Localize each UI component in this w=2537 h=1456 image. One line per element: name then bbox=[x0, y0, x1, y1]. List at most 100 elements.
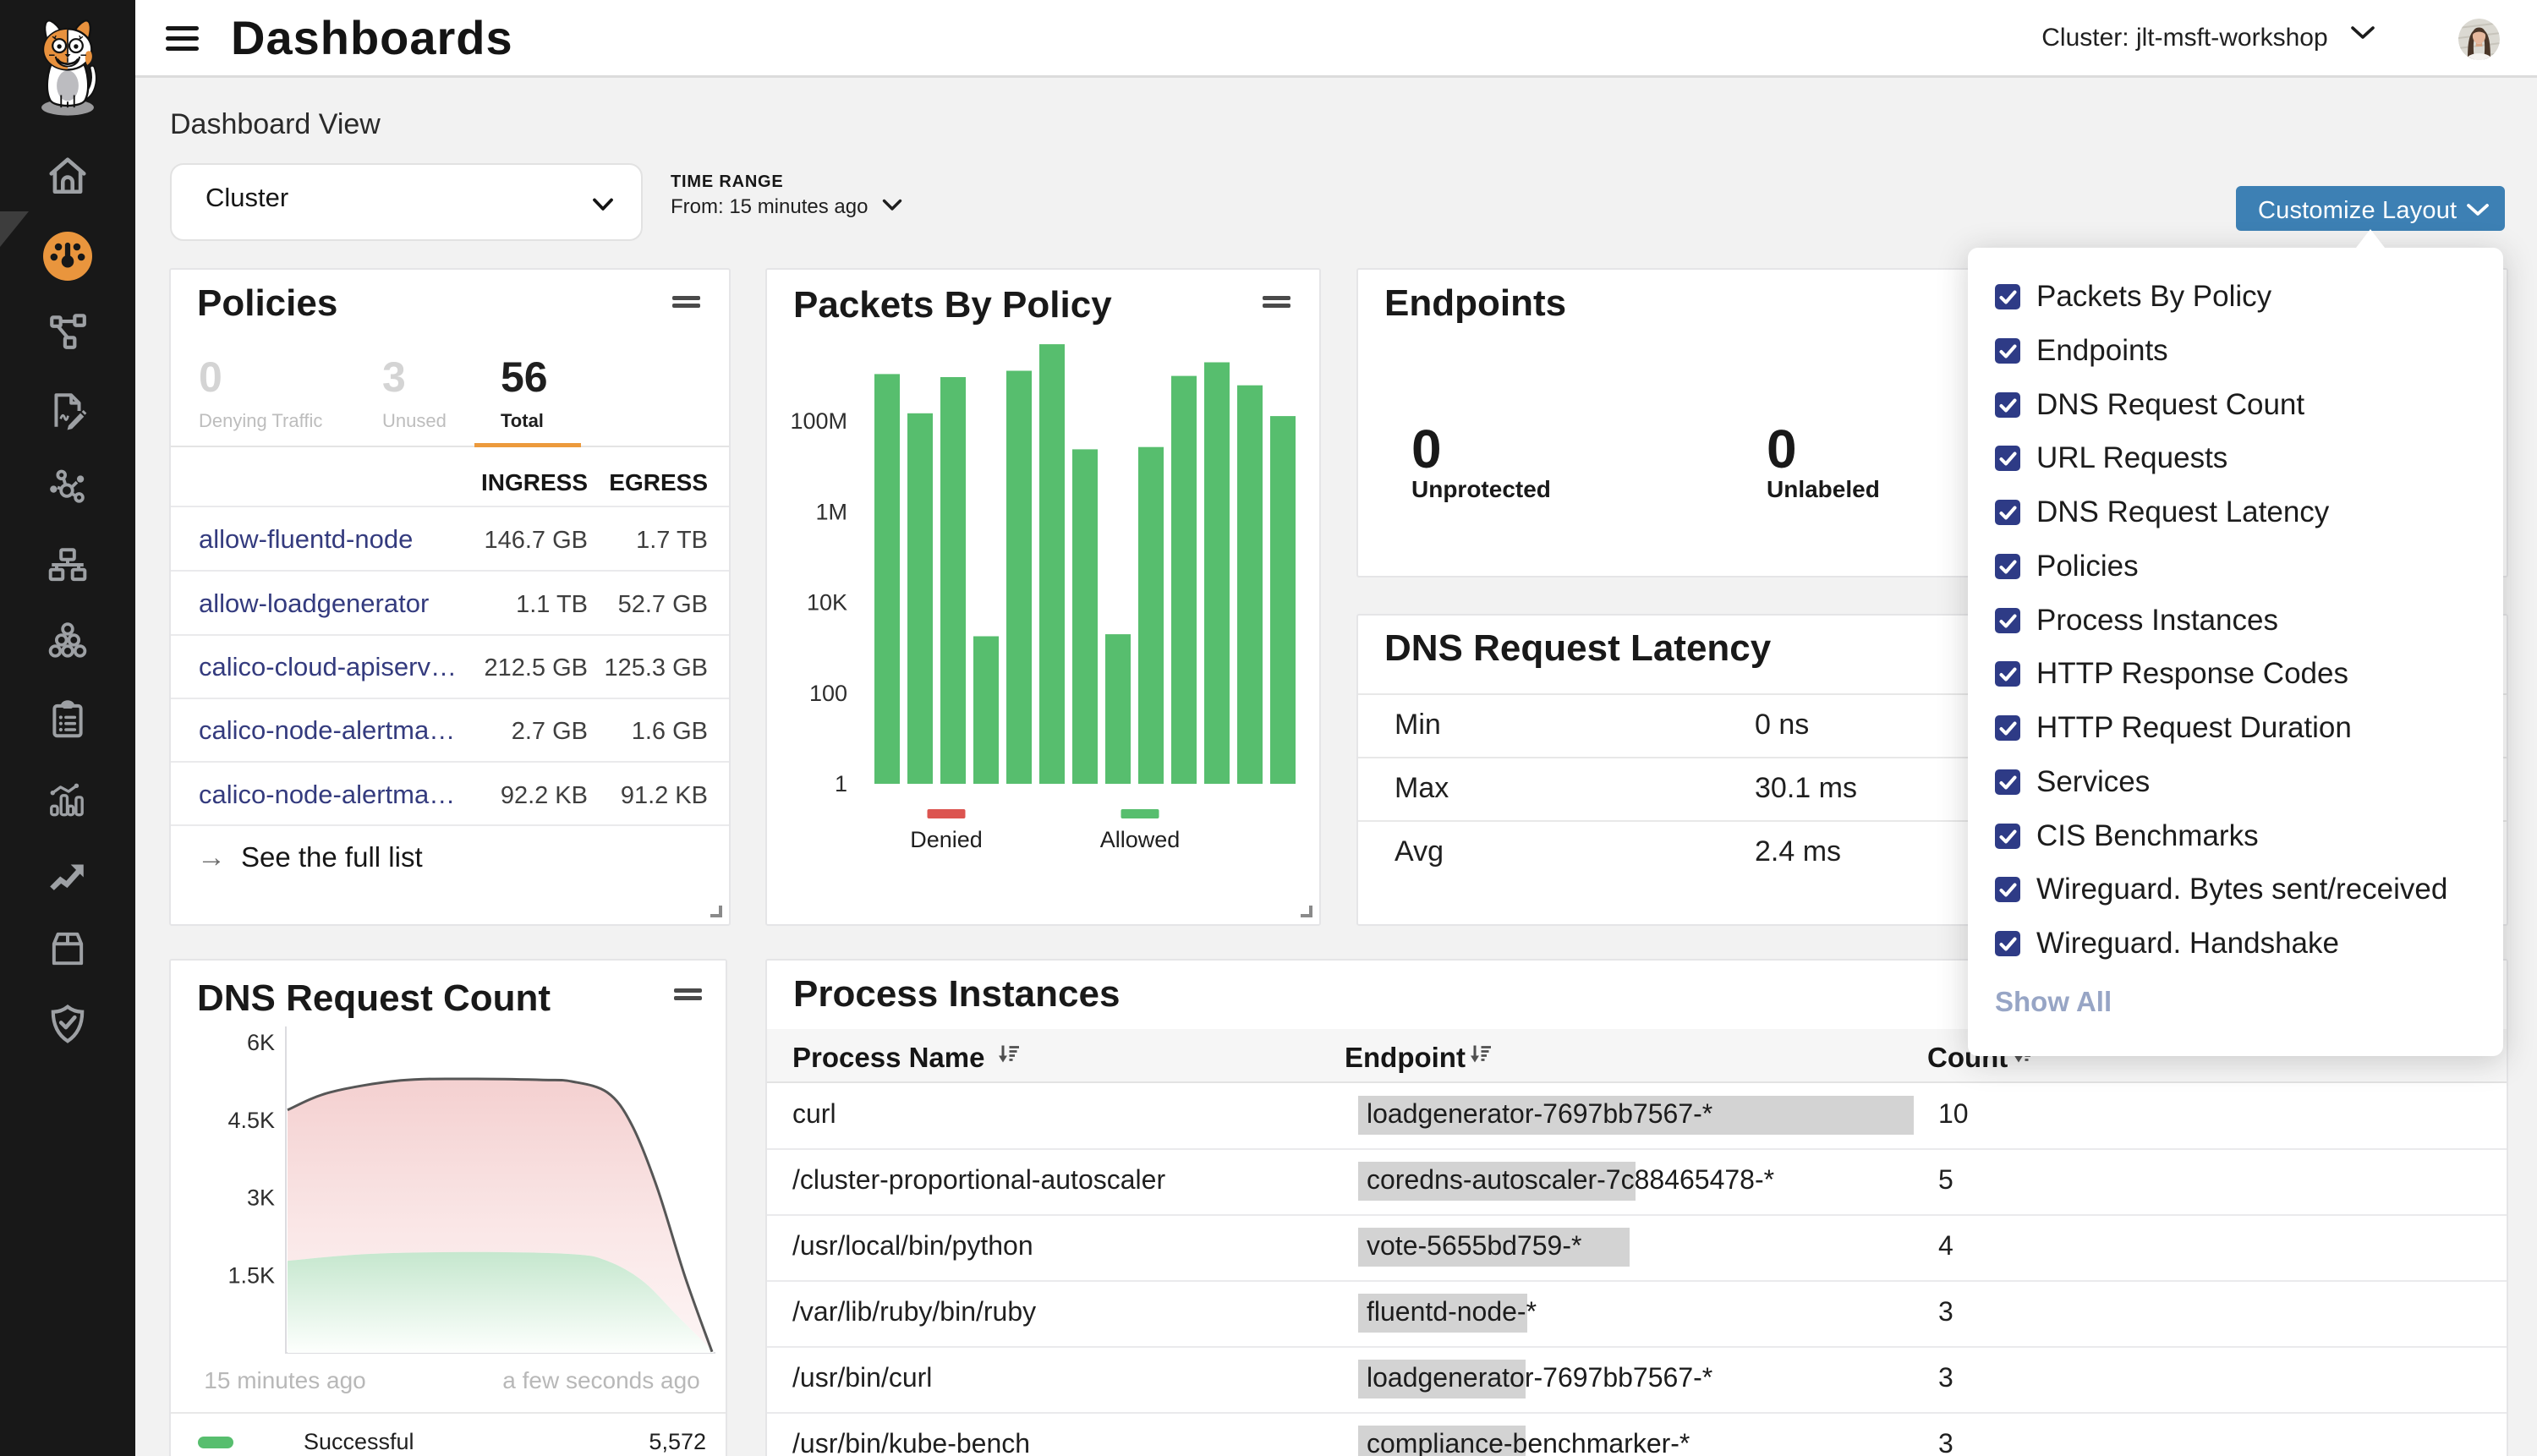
x-axis-label-start: 15 minutes ago bbox=[204, 1367, 365, 1393]
menu-item-services[interactable]: Services bbox=[1995, 765, 2150, 799]
policies-stat-denying-traffic[interactable]: 0 Denying Traffic bbox=[199, 356, 322, 432]
process-name-cell: /usr/local/bin/python bbox=[792, 1230, 1033, 1262]
bar[interactable] bbox=[1270, 416, 1296, 784]
bar[interactable] bbox=[1105, 634, 1131, 784]
stat-label: Total bbox=[501, 410, 548, 432]
menu-item-label: URL Requests bbox=[2036, 441, 2227, 475]
row-divider bbox=[767, 1412, 2507, 1414]
see-full-list-link[interactable]: →See the full list bbox=[197, 841, 423, 874]
bar[interactable] bbox=[973, 637, 999, 785]
menu-item-packets-by-policy[interactable]: Packets By Policy bbox=[1995, 280, 2271, 314]
y-tick-label: 1.5K bbox=[227, 1262, 275, 1288]
menu-item-policies[interactable]: Policies bbox=[1995, 550, 2139, 583]
clipboard-list-icon[interactable] bbox=[0, 698, 135, 741]
column-header-endpoint[interactable]: Endpoint bbox=[1345, 1042, 1466, 1074]
shield-check-icon[interactable] bbox=[0, 1003, 135, 1045]
dns-request-count-card: DNS Request Count 1.5K3K4.5K6K15 minutes… bbox=[169, 959, 727, 1456]
checkbox-checked-icon[interactable] bbox=[1995, 338, 2020, 364]
stat-label: Denying Traffic bbox=[199, 410, 322, 432]
bar[interactable] bbox=[1039, 344, 1065, 784]
show-all-link[interactable]: Show All bbox=[1995, 986, 2112, 1018]
bar[interactable] bbox=[907, 413, 933, 784]
drag-handle-icon[interactable] bbox=[672, 296, 700, 308]
user-avatar[interactable] bbox=[2458, 19, 2500, 60]
bar[interactable] bbox=[1072, 449, 1098, 784]
checkbox-checked-icon[interactable] bbox=[1995, 446, 2020, 471]
service-graph-icon[interactable] bbox=[0, 309, 135, 352]
latency-row-value: 0 ns bbox=[1755, 709, 1809, 742]
bar[interactable] bbox=[1006, 371, 1032, 785]
chevron-down-icon bbox=[2350, 25, 2375, 41]
menu-item-cis-benchmarks[interactable]: CIS Benchmarks bbox=[1995, 819, 2259, 853]
checkbox-checked-icon[interactable] bbox=[1995, 661, 2020, 687]
policy-link[interactable]: allow-fluentd-node bbox=[199, 524, 413, 555]
bar[interactable] bbox=[1204, 363, 1230, 785]
checkbox-checked-icon[interactable] bbox=[1995, 500, 2020, 525]
checkbox-checked-icon[interactable] bbox=[1995, 769, 2020, 795]
menu-item-wireguard-handshake[interactable]: Wireguard. Handshake bbox=[1995, 927, 2339, 961]
menu-item-endpoints[interactable]: Endpoints bbox=[1995, 334, 2168, 368]
sort-icon[interactable] bbox=[1469, 1043, 1492, 1066]
policy-ingress-value: 212.5 GB bbox=[402, 654, 588, 682]
checkbox-checked-icon[interactable] bbox=[1995, 392, 2020, 418]
menu-item-label: Wireguard. Handshake bbox=[2036, 927, 2339, 961]
checkbox-checked-icon[interactable] bbox=[1995, 284, 2020, 309]
checkbox-checked-icon[interactable] bbox=[1995, 608, 2020, 633]
cluster-switcher[interactable]: Cluster: jlt-msft-workshop bbox=[2041, 24, 2375, 52]
stat-value: 0 bbox=[1767, 422, 1880, 476]
bar[interactable] bbox=[1138, 447, 1164, 784]
checkbox-checked-icon[interactable] bbox=[1995, 877, 2020, 902]
menu-item-http-response-codes[interactable]: HTTP Response Codes bbox=[1995, 657, 2348, 691]
legend-label: Successful bbox=[304, 1429, 414, 1454]
dashboard-gauge-icon[interactable] bbox=[0, 236, 135, 278]
latency-row-label: Max bbox=[1395, 772, 1449, 805]
endpoints-stat-unlabeled: 0 Unlabeled bbox=[1767, 422, 1880, 503]
customize-layout-button[interactable]: Customize Layout bbox=[2236, 186, 2505, 231]
chart-bars-icon[interactable] bbox=[0, 779, 135, 821]
menu-item-process-instances[interactable]: Process Instances bbox=[1995, 604, 2278, 638]
column-header-egress[interactable]: EGRESS bbox=[609, 469, 708, 496]
policy-ingress-value: 1.1 TB bbox=[402, 591, 588, 619]
resize-handle[interactable] bbox=[1301, 906, 1312, 917]
sitemap-icon[interactable] bbox=[0, 545, 135, 587]
package-box-icon[interactable] bbox=[0, 928, 135, 970]
menu-item-http-request-duration[interactable]: HTTP Request Duration bbox=[1995, 711, 2352, 745]
time-range-value[interactable]: From: 15 minutes ago bbox=[671, 195, 902, 219]
policy-link[interactable]: allow-loadgenerator bbox=[199, 588, 429, 619]
network-nodes-icon[interactable] bbox=[0, 468, 135, 510]
process-card-title: Process Instances bbox=[793, 973, 1120, 1015]
count-cell: 4 bbox=[1938, 1230, 1953, 1262]
bar[interactable] bbox=[1171, 376, 1197, 784]
endpoints-card-title: Endpoints bbox=[1384, 282, 1566, 325]
cluster-switcher-label: Cluster: jlt-msft-workshop bbox=[2041, 24, 2327, 52]
policy-egress-value: 52.7 GB bbox=[573, 591, 708, 619]
home-icon[interactable] bbox=[0, 155, 135, 197]
y-tick-label: 100M bbox=[790, 408, 847, 434]
menu-item-url-requests[interactable]: URL Requests bbox=[1995, 441, 2227, 475]
policy-document-icon[interactable] bbox=[0, 390, 135, 432]
checkbox-checked-icon[interactable] bbox=[1995, 715, 2020, 741]
page-title: Dashboards bbox=[231, 10, 513, 65]
menu-item-dns-request-count[interactable]: DNS Request Count bbox=[1995, 388, 2304, 422]
trending-up-icon[interactable] bbox=[0, 855, 135, 897]
column-header-ingress[interactable]: INGRESS bbox=[481, 469, 588, 496]
policies-stat-unused[interactable]: 3 Unused bbox=[382, 356, 447, 432]
bar[interactable] bbox=[874, 374, 900, 784]
policies-stat-total[interactable]: 56 Total bbox=[501, 356, 548, 432]
hamburger-menu-icon[interactable] bbox=[166, 26, 199, 52]
sort-icon[interactable] bbox=[997, 1043, 1020, 1066]
checkbox-checked-icon[interactable] bbox=[1995, 931, 2020, 956]
resize-handle[interactable] bbox=[710, 906, 722, 917]
bar[interactable] bbox=[940, 377, 966, 784]
sidebar bbox=[0, 0, 135, 1456]
calico-cat-logo[interactable] bbox=[0, 15, 135, 118]
dashboard-view-select[interactable]: Cluster bbox=[170, 163, 643, 241]
menu-item-dns-request-latency[interactable]: DNS Request Latency bbox=[1995, 495, 2329, 529]
checkbox-checked-icon[interactable] bbox=[1995, 824, 2020, 849]
column-header-process-name[interactable]: Process Name bbox=[792, 1042, 984, 1074]
row-divider bbox=[171, 698, 729, 699]
menu-item-wireguard-bytes-sent-received[interactable]: Wireguard. Bytes sent/received bbox=[1995, 873, 2447, 906]
checkbox-checked-icon[interactable] bbox=[1995, 554, 2020, 579]
cluster-circles-icon[interactable] bbox=[0, 620, 135, 662]
bar[interactable] bbox=[1237, 386, 1263, 784]
